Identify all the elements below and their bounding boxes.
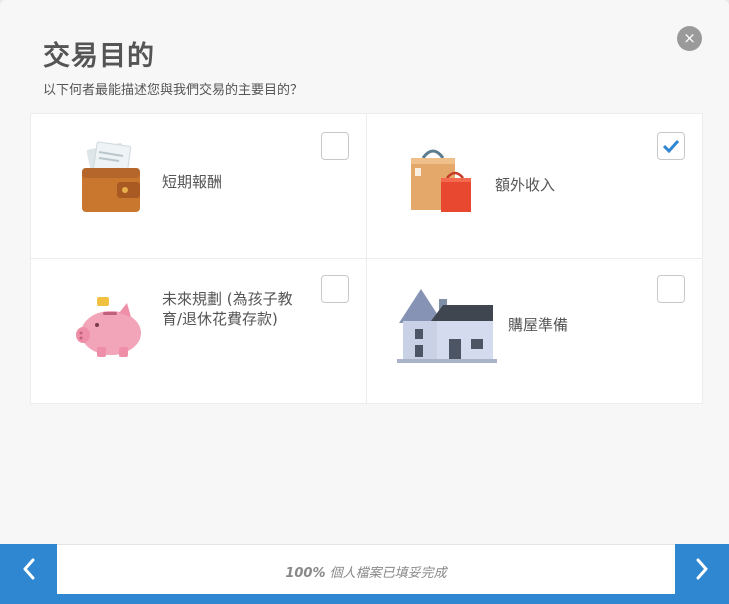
option-short-term-returns[interactable]: 短期報酬 xyxy=(31,114,367,259)
close-icon: × xyxy=(683,29,696,47)
options-grid: 短期報酬 額外收入 未來規劃 (為孩子教 育/退休花費存款) 購屋準備 xyxy=(30,113,703,404)
progress-bar-fill xyxy=(0,594,729,604)
wizard-footer: 100% 個人檔案已填妥完成 xyxy=(0,544,729,604)
option-label: 額外收入 xyxy=(495,176,556,194)
option-future-planning[interactable]: 未來規劃 (為孩子教 育/退休花費存款) xyxy=(31,259,367,404)
next-button[interactable] xyxy=(675,544,729,594)
dialog-title: 交易目的 xyxy=(43,41,155,72)
piggy-bank-icon xyxy=(76,297,141,357)
transaction-purpose-dialog: 交易目的 以下何者最能描述您與我們交易的主要目的？ × 短期報酬 額外收入 未來… xyxy=(0,0,729,604)
option-checkbox[interactable] xyxy=(321,275,349,303)
progress-status: 100% 個人檔案已填妥完成 xyxy=(57,544,675,594)
progress-message: 個人檔案已填妥完成 xyxy=(329,566,447,581)
option-label-line-2: 育/退休花費存款) xyxy=(162,310,278,328)
dialog-subtitle: 以下何者最能描述您與我們交易的主要目的？ xyxy=(43,83,304,98)
option-checkbox[interactable] xyxy=(657,275,685,303)
option-extra-income[interactable]: 額外收入 xyxy=(367,114,702,259)
chevron-right-icon xyxy=(696,558,708,580)
option-label: 短期報酬 xyxy=(162,173,223,191)
option-label: 未來規劃 (為孩子教 育/退休花費存款) xyxy=(162,289,293,329)
option-label-line-1: 未來規劃 (為孩子教 xyxy=(162,290,293,308)
progress-bar xyxy=(0,594,729,604)
shopping-bags-icon xyxy=(411,149,471,212)
progress-percent: 100% xyxy=(285,566,326,581)
option-checkbox[interactable] xyxy=(657,132,685,160)
house-icon xyxy=(397,289,497,363)
option-home-purchase[interactable]: 購屋準備 xyxy=(367,259,702,404)
option-checkbox[interactable] xyxy=(321,132,349,160)
option-label: 購屋準備 xyxy=(508,316,569,334)
chevron-left-icon xyxy=(23,558,34,580)
wallet-icon xyxy=(82,141,140,212)
close-button[interactable]: × xyxy=(677,26,702,51)
previous-button[interactable] xyxy=(0,544,57,594)
